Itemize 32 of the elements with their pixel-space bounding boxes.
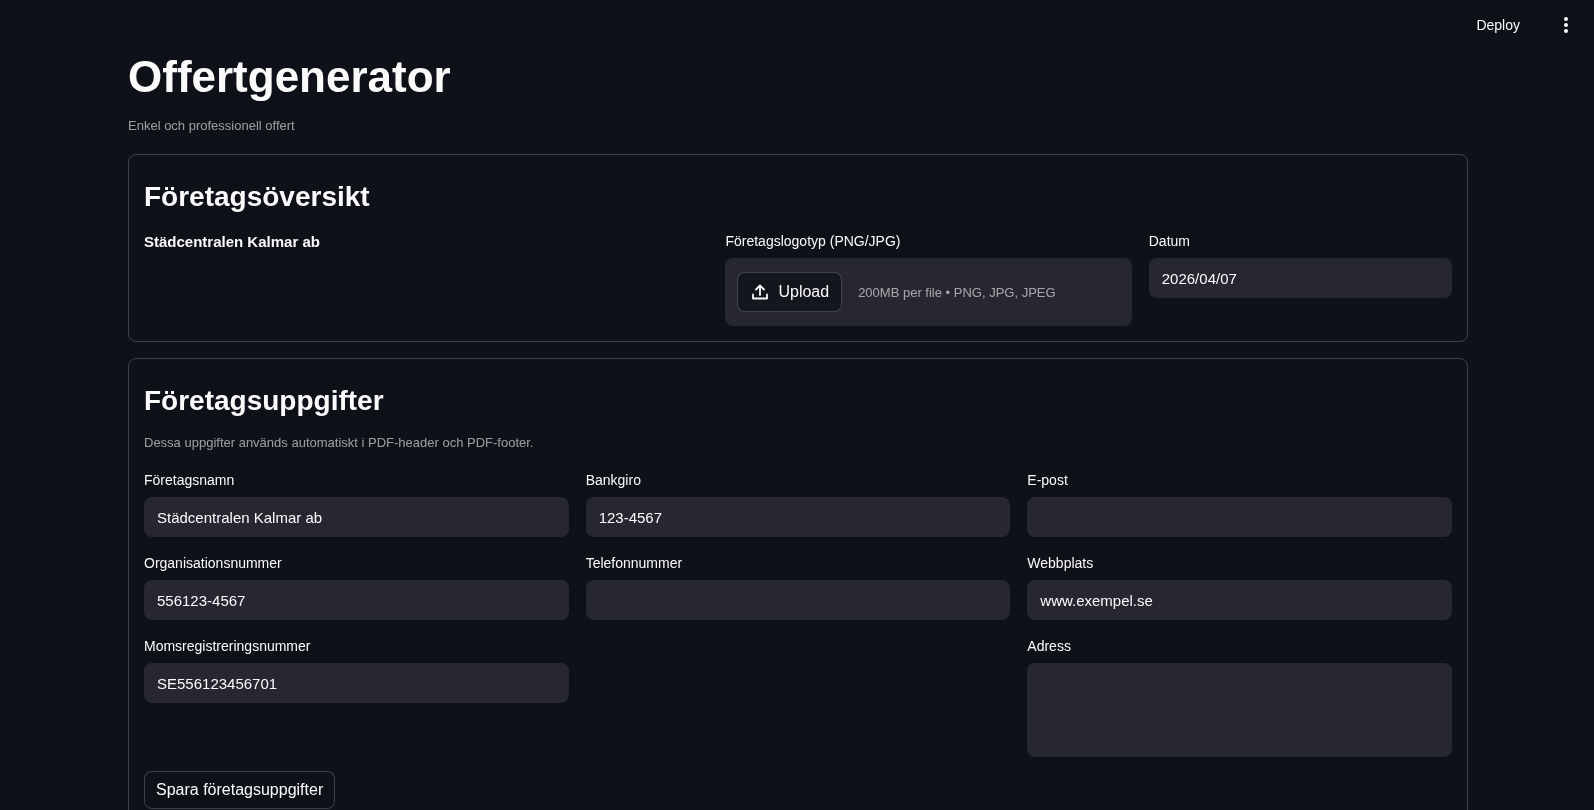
field-label: Företagslogotyp (PNG/JPG) — [725, 232, 901, 251]
upload-icon — [752, 284, 769, 300]
upload-button[interactable]: Upload — [737, 272, 843, 312]
text-field[interactable]: 556123-4567 — [144, 580, 569, 620]
file-dropzone[interactable]: Upload 200MB per file • PNG, JPG, JPEG — [725, 258, 1132, 326]
deploy-button[interactable]: Deploy — [1468, 11, 1528, 39]
field-label: Företagsnamn — [144, 471, 235, 490]
section-caption: Dessa uppgifter används automatiskt i PDF-header och PDF-footer. — [144, 434, 535, 452]
menu-icon[interactable] — [1564, 17, 1568, 33]
page-subtitle: Enkel och professionell offert — [128, 117, 296, 135]
field-label: Telefonnummer — [585, 554, 683, 573]
text-field[interactable]: Städcentralen Kalmar ab — [144, 497, 569, 537]
text-field[interactable] — [1027, 497, 1452, 537]
section-heading: Företagsuppgifter — [144, 384, 385, 418]
text-field[interactable] — [585, 580, 1011, 620]
section-heading: Företagsöversikt — [144, 180, 371, 214]
upload-hint: 200MB per file • PNG, JPG, JPEG — [858, 284, 1056, 300]
field-label: Adress — [1027, 637, 1071, 656]
textarea-field[interactable] — [1027, 663, 1452, 757]
company-name: Städcentralen Kalmar ab — [144, 232, 321, 252]
field-label: E-post — [1027, 471, 1068, 490]
field-label: Datum — [1148, 232, 1190, 251]
field-label: Bankgiro — [585, 471, 641, 490]
text-field[interactable]: 123-4567 — [585, 497, 1011, 537]
field-label: Webbplats — [1027, 554, 1094, 573]
field-label: Organisationsnummer — [144, 554, 282, 573]
field-label: Momsregistreringsnummer — [144, 637, 311, 656]
text-field[interactable]: www.exempel.se — [1027, 580, 1452, 620]
date-field[interactable]: 2026/04/07 — [1148, 258, 1452, 298]
text-field[interactable]: SE556123456701 — [144, 663, 569, 703]
save-button[interactable]: Spara företagsuppgifter — [144, 771, 336, 809]
page-title: Offertgenerator — [128, 51, 452, 103]
